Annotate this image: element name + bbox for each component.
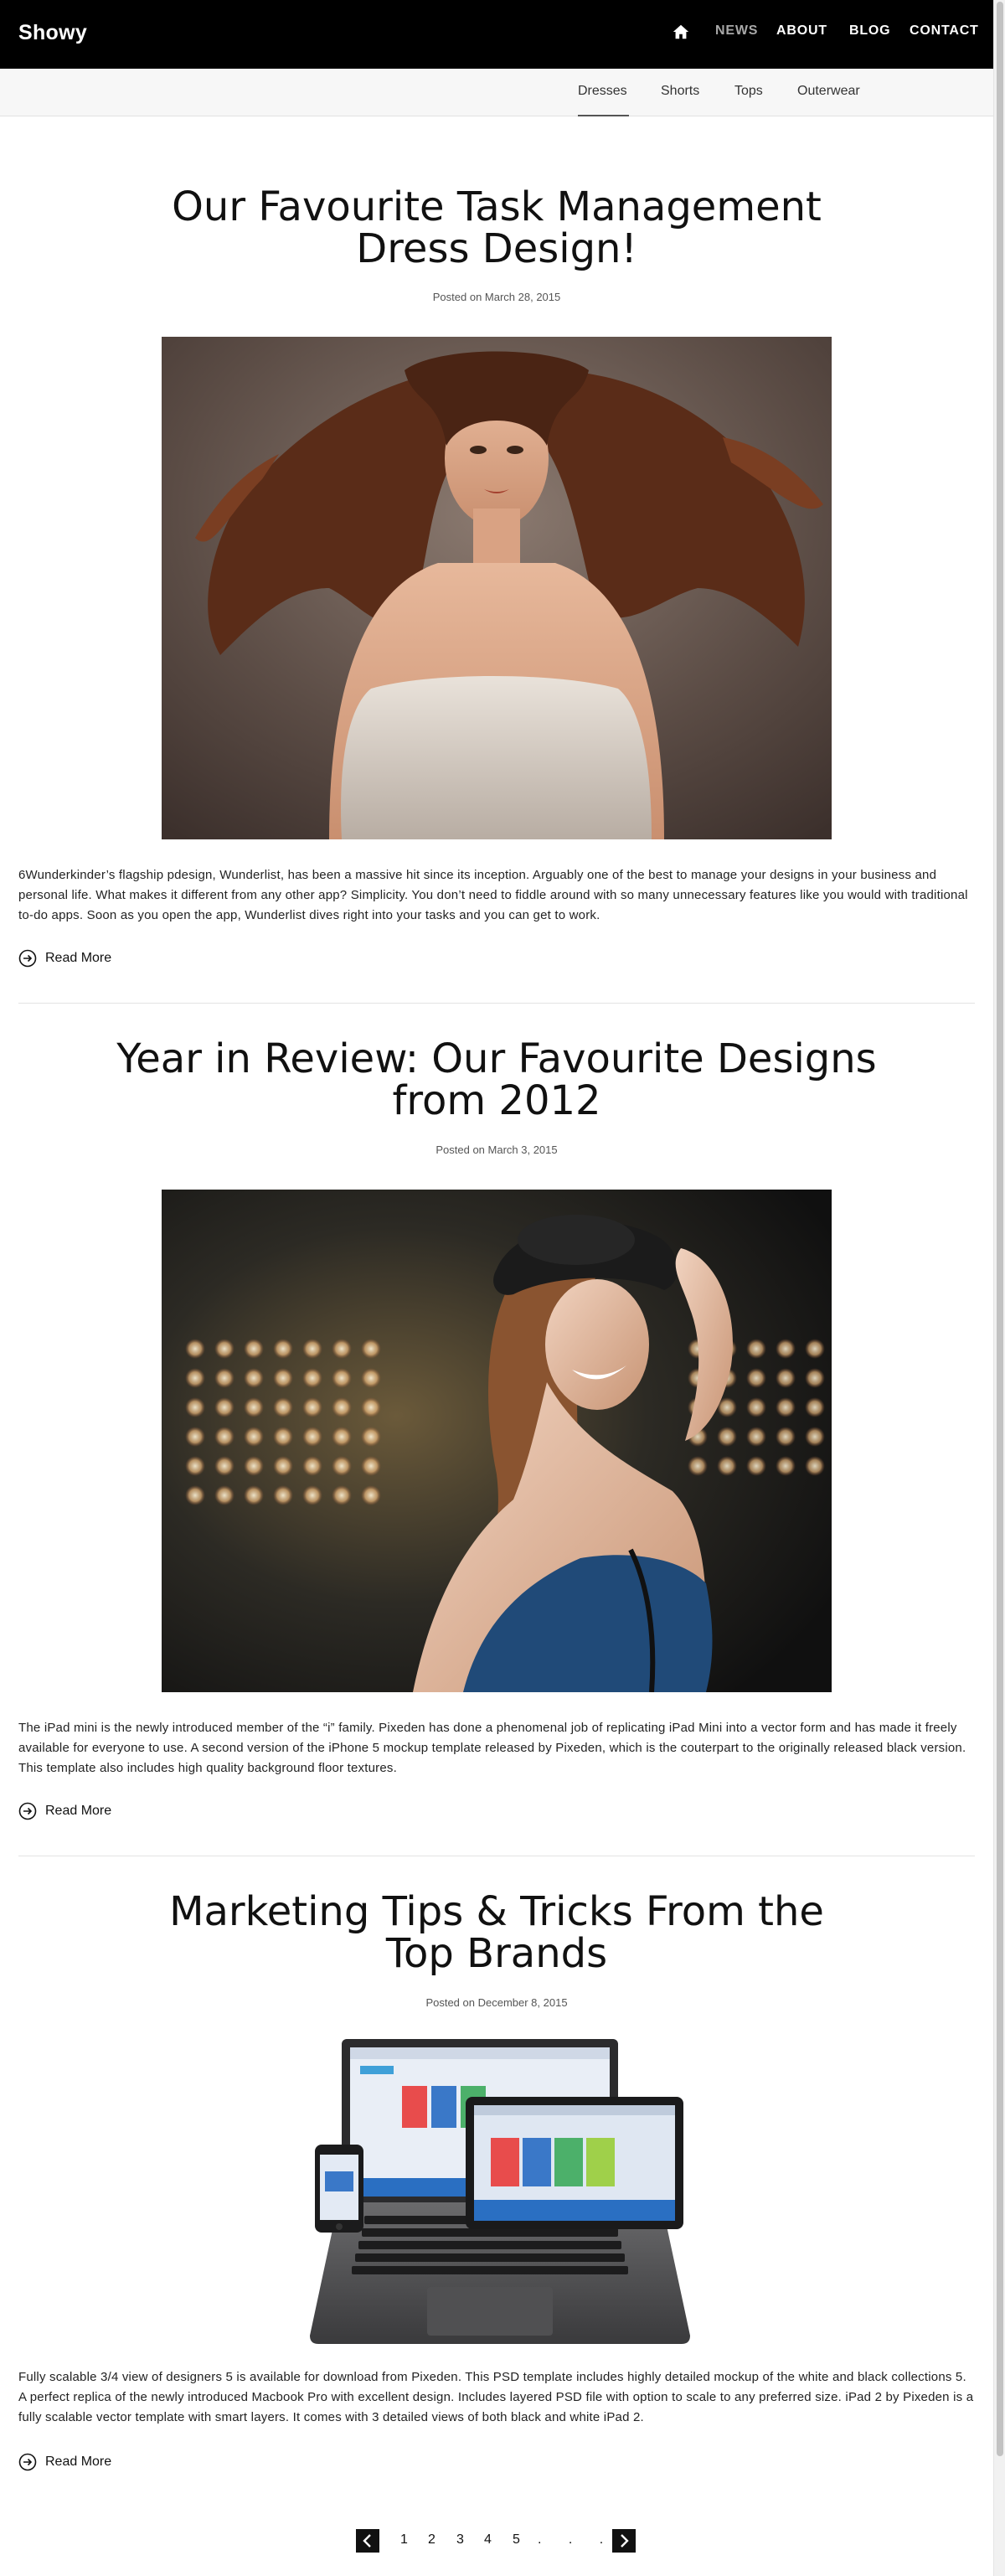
page: Showy NEWS ABOUT BLOG CONTACT Dresses Sh… bbox=[0, 0, 993, 2576]
category-tops[interactable]: Tops bbox=[734, 84, 763, 99]
page-3[interactable]: 3 bbox=[456, 2532, 464, 2548]
read-more-link[interactable]: Read More bbox=[18, 1801, 111, 1821]
category-shorts[interactable]: Shorts bbox=[661, 84, 699, 99]
arrow-right-circle-icon bbox=[18, 949, 37, 968]
arrow-right-circle-icon bbox=[18, 1802, 37, 1820]
post-title[interactable]: Marketing Tips & Tricks From the Top Bra… bbox=[84, 1891, 910, 1975]
category-nav: Dresses Shorts Tops Outerwear bbox=[0, 69, 993, 116]
post-excerpt: 6Wunderkinder’s flagship pdesign, Wunder… bbox=[18, 868, 968, 922]
post-excerpt: The iPad mini is the newly introduced me… bbox=[18, 1721, 966, 1775]
post-date: Posted on March 28, 2015 bbox=[432, 291, 561, 303]
nav-blog[interactable]: BLOG bbox=[849, 23, 890, 39]
active-category-underline bbox=[578, 115, 629, 116]
post-title[interactable]: Year in Review: Our Favourite Designs fr… bbox=[84, 1038, 910, 1122]
read-more-label: Read More bbox=[45, 1804, 112, 1818]
chevron-left-icon bbox=[363, 2534, 371, 2548]
vertical-scrollbar[interactable] bbox=[993, 0, 1005, 2576]
chevron-right-icon bbox=[621, 2534, 629, 2548]
site-logo[interactable]: Showy bbox=[18, 21, 87, 45]
post-divider bbox=[18, 1003, 975, 1004]
read-more-label: Read More bbox=[45, 951, 112, 965]
prev-page-button[interactable] bbox=[356, 2529, 379, 2553]
post-title-line: Our Favourite Task Management bbox=[172, 183, 822, 230]
home-icon[interactable] bbox=[672, 23, 690, 41]
post-excerpt: Fully scalable 3/4 view of designers 5 i… bbox=[18, 2370, 974, 2424]
post-title[interactable]: Our Favourite Task Management Dress Desi… bbox=[84, 186, 910, 270]
page-5[interactable]: 5 bbox=[513, 2532, 520, 2548]
post-title-line: Top Brands bbox=[385, 1930, 608, 1977]
post-title-line: Dress Design! bbox=[356, 225, 637, 272]
post-title-line: Marketing Tips & Tricks From the bbox=[169, 1888, 824, 1935]
woman-in-hat-lights-photo[interactable] bbox=[162, 1190, 832, 1692]
arrow-right-circle-icon bbox=[18, 2453, 37, 2471]
page-1[interactable]: 1 bbox=[400, 2532, 408, 2548]
post-date: Posted on March 3, 2015 bbox=[436, 1143, 558, 1156]
main-nav: NEWS ABOUT BLOG CONTACT bbox=[673, 0, 993, 69]
post-title-line: Year in Review: Our Favourite Designs bbox=[116, 1035, 877, 1082]
category-outerwear[interactable]: Outerwear bbox=[797, 84, 860, 99]
device-mockups-photo[interactable] bbox=[302, 2036, 692, 2349]
nav-about[interactable]: ABOUT bbox=[776, 23, 827, 39]
scrollbar-thumb[interactable] bbox=[997, 2, 1003, 2456]
post-date: Posted on December 8, 2015 bbox=[425, 1996, 568, 2009]
nav-contact[interactable]: CONTACT bbox=[910, 23, 979, 39]
pagination-ellipsis: . . . bbox=[538, 2532, 616, 2547]
site-header: Showy NEWS ABOUT BLOG CONTACT bbox=[0, 0, 993, 69]
nav-news[interactable]: NEWS bbox=[715, 23, 758, 39]
page-4[interactable]: 4 bbox=[484, 2532, 492, 2548]
page-2[interactable]: 2 bbox=[428, 2532, 436, 2548]
read-more-label: Read More bbox=[45, 2455, 112, 2469]
pagination: 1 2 3 4 5 . . . bbox=[0, 2529, 993, 2556]
read-more-link[interactable]: Read More bbox=[18, 948, 111, 968]
next-page-button[interactable] bbox=[612, 2529, 636, 2553]
category-dresses[interactable]: Dresses bbox=[578, 84, 627, 99]
woman-flowing-hair-photo[interactable] bbox=[162, 337, 832, 839]
post-title-line: from 2012 bbox=[392, 1077, 601, 1124]
read-more-link[interactable]: Read More bbox=[18, 2452, 111, 2472]
